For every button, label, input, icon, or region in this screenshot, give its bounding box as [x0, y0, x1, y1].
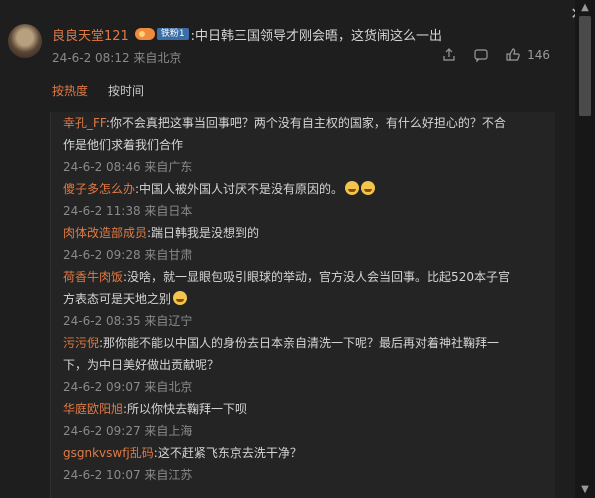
fan-badge-icon — [134, 28, 155, 40]
root-meta: 24-6-2 08:12 来自北京 — [52, 51, 182, 65]
comment-button[interactable] — [473, 47, 489, 63]
reply-text: :中国人被外国人讨厌不是没有原因的。 — [135, 182, 344, 196]
reply-text: :这不赶紧飞东京去洗干净？ — [153, 446, 302, 460]
reply-text: :你不会真把这事当回事吧？两个没有自主权的国家，有什么好担心的？不合 — [105, 116, 506, 130]
emoji-icon — [345, 181, 360, 195]
sort-tabs: 按热度 按时间 — [52, 82, 144, 99]
reply-meta: 24-6-2 08:35 来自辽宁 — [63, 314, 193, 328]
reply-username[interactable]: 幸孔_FF — [63, 116, 106, 130]
comment-icon — [473, 47, 489, 63]
reply-meta: 24-6-2 09:28 来自甘肃 — [63, 248, 193, 262]
scrollbar-thumb[interactable] — [579, 16, 591, 116]
emoji-icon — [173, 291, 188, 305]
fan-badge: 铁粉1 — [156, 28, 189, 40]
reply-username[interactable]: 荷香牛肉饭 — [63, 270, 123, 284]
scroll-up-icon[interactable]: ▲ — [579, 2, 591, 14]
scroll-down-icon[interactable]: ▼ — [579, 484, 591, 496]
reply-item: 幸孔_FF:你不会真把这事当回事吧？两个没有自主权的国家，有什么好担心的？不合 … — [63, 112, 548, 178]
reply-item: 荷香牛肉饭:没啥，就一显眼包吸引眼球的举动，官方没人会当回事。比起520本子官 … — [63, 266, 548, 332]
scrollbar[interactable]: ▲ ▼ — [575, 0, 595, 498]
reply-username[interactable]: gsgnkvswfj乱码 — [63, 446, 154, 460]
reply-meta: 24-6-2 09:07 来自北京 — [63, 380, 193, 394]
tab-sort-time[interactable]: 按时间 — [108, 82, 144, 99]
reply-text: :没啥，就一显眼包吸引眼球的举动，官方没人会当回事。比起520本子官 — [123, 270, 510, 284]
reply-item: 肉体改造部成员:踹日韩我是没想到的 24-6-2 09:28 来自甘肃 — [63, 222, 548, 266]
avatar[interactable] — [8, 24, 42, 58]
share-button[interactable] — [441, 47, 457, 63]
reply-text: :那你能不能以中国人的身份去日本亲自清洗一下呢？最后再对着神社鞠拜一 — [99, 336, 500, 350]
like-button[interactable]: 146 — [505, 47, 550, 63]
share-icon — [441, 47, 457, 63]
reply-meta: 24-6-2 08:46 来自广东 — [63, 160, 193, 174]
reply-item: 华庭欧阳旭:所以你快去鞠拜一下呗 24-6-2 09:27 来自上海 — [63, 398, 548, 442]
reply-username[interactable]: 肉体改造部成员 — [63, 226, 147, 240]
root-comment: 良良天堂121 铁粉1 :中日韩三国领导才刚会晤，这货闹这么一出 24-6-2 … — [0, 0, 568, 110]
root-actions: 146 — [441, 47, 550, 63]
reply-text-cont: 作是他们求着我们合作 — [63, 138, 184, 152]
like-count: 146 — [527, 48, 550, 62]
root-username[interactable]: 良良天堂121 — [52, 25, 129, 44]
emoji-icon — [361, 181, 376, 195]
reply-meta: 24-6-2 10:07 来自江苏 — [63, 468, 193, 482]
reply-text-cont: 下，为中日美好做出贡献呢？ — [63, 358, 220, 372]
reply-text: :踹日韩我是没想到的 — [147, 226, 260, 240]
thumbs-up-icon — [505, 47, 521, 63]
root-comment-text: :中日韩三国领导才刚会晤，这货闹这么一出 — [190, 28, 442, 44]
reply-thread: 幸孔_FF:你不会真把这事当回事吧？两个没有自主权的国家，有什么好担心的？不合 … — [50, 112, 555, 498]
reply-text-cont: 方表态可是天地之别 — [63, 292, 172, 306]
root-comment-line: 良良天堂121 铁粉1 :中日韩三国领导才刚会晤，这货闹这么一出 — [52, 24, 442, 44]
tab-sort-hot[interactable]: 按热度 — [52, 82, 88, 99]
reply-username[interactable]: 污污倪 — [63, 336, 99, 350]
reply-item: gsgnkvswfj乱码:这不赶紧飞东京去洗干净？ 24-6-2 10:07 来… — [63, 442, 548, 486]
reply-item: 傻子多怎么办:中国人被外国人讨厌不是没有原因的。 24-6-2 11:38 来自… — [63, 178, 548, 222]
reply-meta: 24-6-2 09:27 来自上海 — [63, 424, 193, 438]
comment-panel: 良良天堂121 铁粉1 :中日韩三国领导才刚会晤，这货闹这么一出 24-6-2 … — [0, 0, 568, 498]
reply-username[interactable]: 傻子多怎么办 — [63, 182, 135, 196]
reply-item: 污污倪:那你能不能以中国人的身份去日本亲自清洗一下呢？最后再对着神社鞠拜一 下，… — [63, 332, 548, 398]
reply-text: :所以你快去鞠拜一下呗 — [123, 402, 248, 416]
reply-meta: 24-6-2 11:38 来自日本 — [63, 204, 193, 218]
reply-username[interactable]: 华庭欧阳旭 — [63, 402, 123, 416]
